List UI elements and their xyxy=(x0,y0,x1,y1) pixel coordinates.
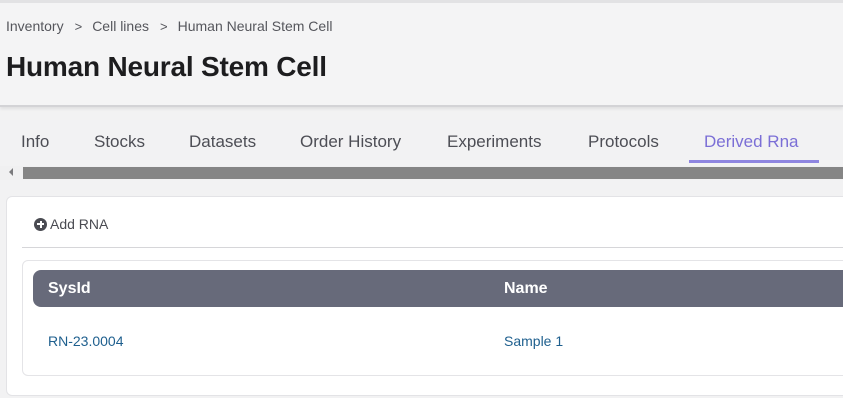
column-header-name[interactable]: Name xyxy=(504,280,548,298)
plus-circle-icon xyxy=(34,217,47,231)
table-row: RN-23.0004 Sample 1 xyxy=(33,321,843,361)
breadcrumb: Inventory > Cell lines > Human Neural St… xyxy=(6,18,332,34)
tab-protocols[interactable]: Protocols xyxy=(588,122,659,164)
tab-datasets[interactable]: Datasets xyxy=(189,122,256,164)
tab-info[interactable]: Info xyxy=(21,122,49,164)
add-rna-button[interactable]: Add RNA xyxy=(34,216,108,232)
scroll-left-arrow-icon[interactable] xyxy=(9,168,13,176)
add-rna-label: Add RNA xyxy=(50,216,109,232)
derived-rna-panel: Add RNA SysId Name RN-23.0004 Sample 1 xyxy=(6,196,843,396)
breadcrumb-separator: > xyxy=(160,18,168,34)
tab-horizontal-scrollbar[interactable] xyxy=(0,166,843,180)
tab-experiments[interactable]: Experiments xyxy=(447,122,541,164)
scrollbar-thumb[interactable] xyxy=(23,167,843,179)
cell-name-link[interactable]: Sample 1 xyxy=(504,333,563,349)
column-header-sysid[interactable]: SysId xyxy=(48,280,91,298)
rna-table: SysId Name RN-23.0004 Sample 1 xyxy=(22,260,843,376)
breadcrumb-separator: > xyxy=(74,18,83,34)
page-header: Inventory > Cell lines > Human Neural St… xyxy=(0,3,843,107)
breadcrumb-cell-lines[interactable]: Cell lines xyxy=(92,18,149,34)
active-tab-indicator xyxy=(689,160,819,163)
breadcrumb-current: Human Neural Stem Cell xyxy=(177,18,333,34)
tab-derived-rna[interactable]: Derived Rna xyxy=(704,122,799,164)
breadcrumb-inventory[interactable]: Inventory xyxy=(6,18,64,34)
tab-stocks[interactable]: Stocks xyxy=(94,122,145,164)
divider xyxy=(22,247,843,248)
tab-bar: Info Stocks Datasets Order History Exper… xyxy=(0,122,843,164)
page-title: Human Neural Stem Cell xyxy=(6,51,327,82)
table-header: SysId Name xyxy=(33,270,843,307)
cell-sysid-link[interactable]: RN-23.0004 xyxy=(48,333,124,349)
tab-order-history[interactable]: Order History xyxy=(300,122,401,164)
